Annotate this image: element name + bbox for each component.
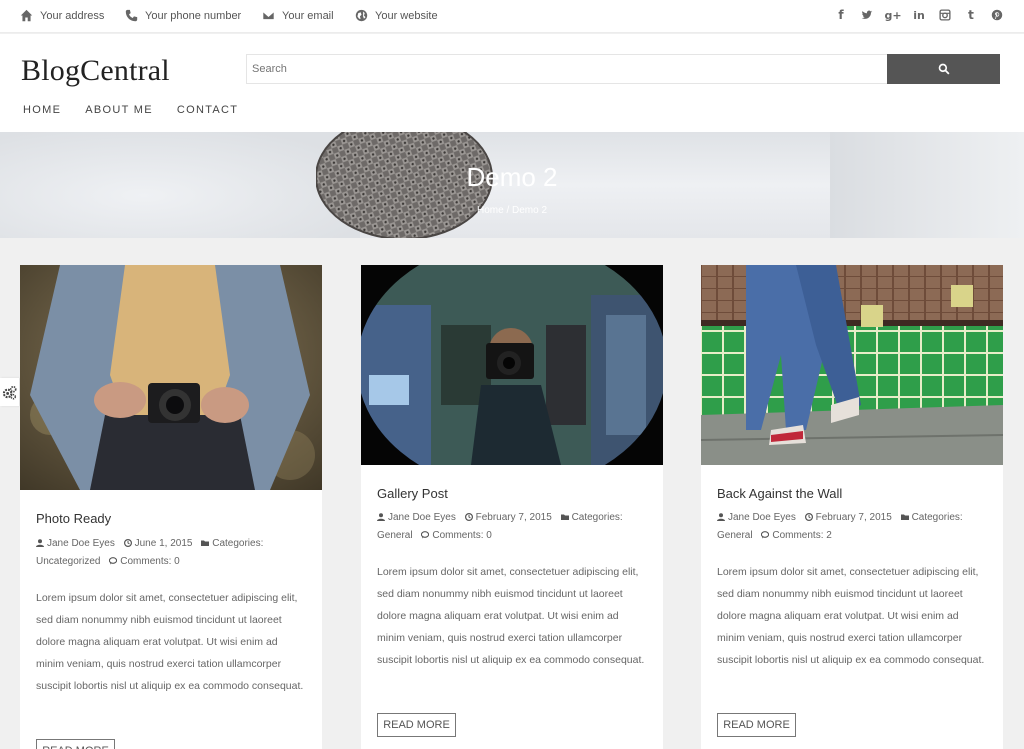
post-title[interactable]: Back Against the Wall xyxy=(717,486,842,501)
pinterest-icon[interactable] xyxy=(990,6,1004,24)
nav-home[interactable]: HOME xyxy=(23,104,61,116)
user-icon xyxy=(377,513,385,521)
user-icon xyxy=(36,539,44,547)
post-card: Photo Ready Jane Doe Eyes June 1, 2015 C… xyxy=(20,265,322,749)
clock-icon xyxy=(123,538,132,548)
post-meta: Jane Doe Eyes June 1, 2015 Categories: U… xyxy=(36,535,311,571)
post-author[interactable]: Jane Doe Eyes xyxy=(728,512,796,523)
google-plus-icon[interactable]: g+ xyxy=(884,6,901,24)
comments-label: Comments: xyxy=(120,556,172,567)
post-meta: Jane Doe Eyes February 7, 2015 Categorie… xyxy=(377,509,652,545)
tumblr-icon[interactable]: t xyxy=(964,6,978,24)
site-logo[interactable]: BlogCentral xyxy=(21,54,170,88)
comments-count[interactable]: 0 xyxy=(174,556,180,567)
home-icon xyxy=(20,9,33,22)
comments-count[interactable]: 2 xyxy=(826,530,832,541)
main-nav: HOME ABOUT ME CONTACT xyxy=(23,104,238,116)
search-form xyxy=(246,54,1000,84)
post-category[interactable]: General xyxy=(717,530,753,541)
social-links: f g+ in t xyxy=(834,6,1004,24)
contact-email: Your email xyxy=(262,9,334,22)
email-text: Your email xyxy=(282,9,334,22)
envelope-icon xyxy=(262,10,275,21)
folder-icon xyxy=(560,514,569,520)
post-category[interactable]: General xyxy=(377,530,413,541)
facebook-icon[interactable]: f xyxy=(834,6,848,24)
post-author[interactable]: Jane Doe Eyes xyxy=(388,512,456,523)
address-text: Your address xyxy=(40,9,105,22)
post-title[interactable]: Gallery Post xyxy=(377,486,448,501)
read-more-button[interactable]: READ MORE xyxy=(717,713,796,737)
post-card: Gallery Post Jane Doe Eyes February 7, 2… xyxy=(361,265,663,749)
clock-icon xyxy=(804,512,813,522)
post-meta: Jane Doe Eyes February 7, 2015 Categorie… xyxy=(717,509,992,545)
post-date[interactable]: February 7, 2015 xyxy=(816,512,892,523)
top-contact-bar: Your address Your phone number Your emai… xyxy=(0,0,1024,33)
post-thumbnail[interactable] xyxy=(701,265,1003,465)
read-more-button[interactable]: READ MORE xyxy=(36,739,115,749)
site-header: BlogCentral HOME ABOUT ME CONTACT xyxy=(0,34,1024,132)
comments-icon xyxy=(761,531,770,539)
post-category[interactable]: Uncategorized xyxy=(36,556,100,567)
folder-icon xyxy=(900,514,909,520)
linkedin-icon[interactable]: in xyxy=(912,6,926,24)
categories-label: Categories: xyxy=(212,538,264,549)
settings-panel-toggle[interactable] xyxy=(0,378,19,406)
user-icon xyxy=(717,513,725,521)
contact-address: Your address xyxy=(20,9,104,22)
gears-icon xyxy=(2,385,17,400)
contact-phone: Your phone number xyxy=(125,9,241,22)
page-title: Demo 2 xyxy=(466,162,558,192)
folder-icon xyxy=(201,540,210,546)
comments-count[interactable]: 0 xyxy=(486,530,492,541)
breadcrumb[interactable]: Home / Demo 2 xyxy=(0,205,1024,216)
phone-text: Your phone number xyxy=(145,9,242,22)
search-input[interactable] xyxy=(246,54,888,84)
post-title[interactable]: Photo Ready xyxy=(36,511,111,526)
comments-label: Comments: xyxy=(432,530,484,541)
post-thumbnail[interactable] xyxy=(20,265,322,490)
contact-website: Your website xyxy=(355,9,438,22)
website-text: Your website xyxy=(375,9,438,22)
clock-icon xyxy=(464,512,473,522)
comments-label: Comments: xyxy=(772,530,824,541)
categories-label: Categories: xyxy=(911,512,963,523)
post-date[interactable]: February 7, 2015 xyxy=(476,512,552,523)
post-excerpt: Lorem ipsum dolor sit amet, consectetuer… xyxy=(36,592,304,692)
post-thumbnail[interactable] xyxy=(361,265,663,465)
twitter-icon[interactable] xyxy=(860,6,874,24)
globe-icon xyxy=(355,9,368,22)
search-icon xyxy=(938,63,950,75)
phone-icon xyxy=(125,9,138,22)
search-button[interactable] xyxy=(887,54,1000,84)
read-more-button[interactable]: READ MORE xyxy=(377,713,456,737)
post-author[interactable]: Jane Doe Eyes xyxy=(47,538,115,549)
nav-about-me[interactable]: ABOUT ME xyxy=(85,104,153,116)
comments-icon xyxy=(109,557,118,565)
post-card: Back Against the Wall Jane Doe Eyes Febr… xyxy=(701,265,1003,749)
post-excerpt: Lorem ipsum dolor sit amet, consectetuer… xyxy=(377,566,645,666)
post-date[interactable]: June 1, 2015 xyxy=(135,538,193,549)
instagram-icon[interactable] xyxy=(938,6,952,24)
nav-contact[interactable]: CONTACT xyxy=(177,104,238,116)
page-banner: Demo 2 Home / Demo 2 xyxy=(0,132,1024,238)
post-excerpt: Lorem ipsum dolor sit amet, consectetuer… xyxy=(717,566,985,666)
comments-icon xyxy=(421,531,430,539)
categories-label: Categories: xyxy=(571,512,623,523)
